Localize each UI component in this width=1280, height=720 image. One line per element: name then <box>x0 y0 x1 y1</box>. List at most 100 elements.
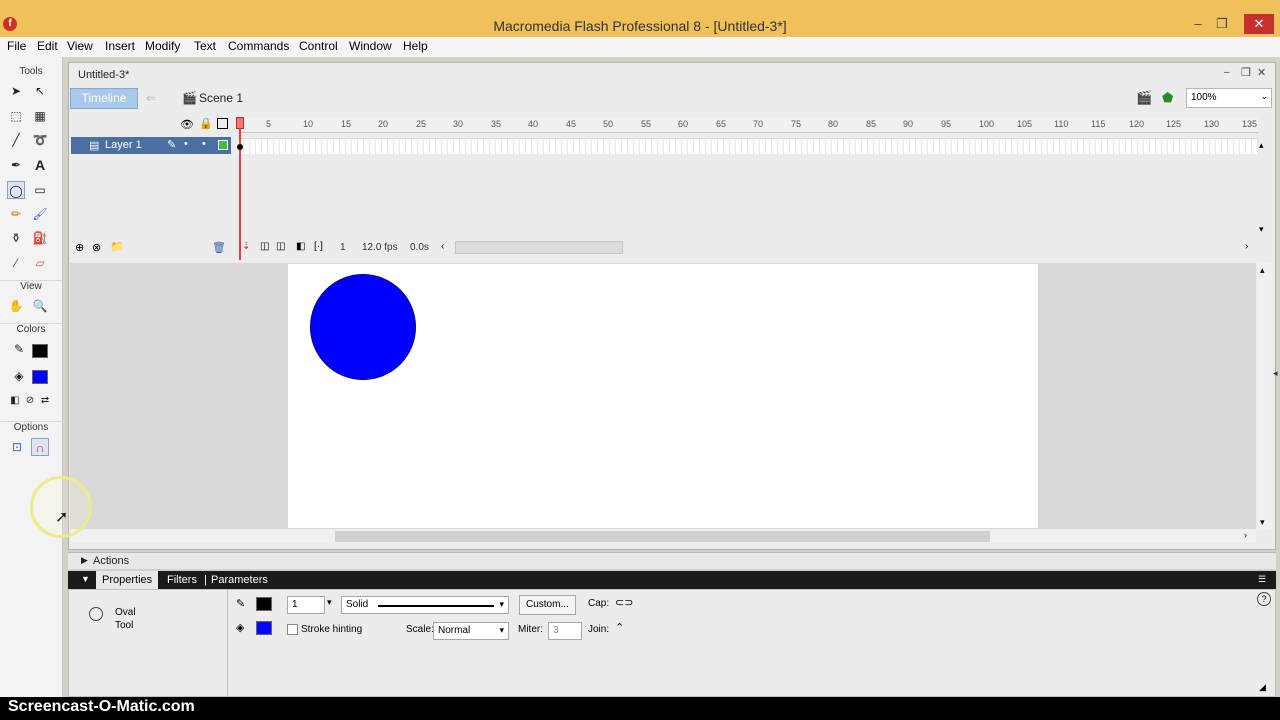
zoom-tool-icon[interactable]: 🔍 <box>31 297 49 315</box>
menu-control[interactable]: Control <box>299 39 338 53</box>
scroll-left-icon[interactable]: ‹ <box>441 241 444 252</box>
oval-tool-icon[interactable]: ◯ <box>7 181 25 199</box>
actions-panel-bar[interactable]: ▶ Actions <box>68 552 1276 569</box>
stage-scroll-right-icon[interactable]: › <box>1244 530 1247 540</box>
snap-magnet-icon[interactable]: ∩ <box>31 438 49 456</box>
swap-colors-icon[interactable]: ⇄ <box>36 392 54 410</box>
stage-scroll-thumb[interactable] <box>335 531 990 542</box>
fill-color-chip[interactable] <box>256 621 272 635</box>
stage-vertical-scrollbar[interactable]: ▴ ▾ <box>1257 263 1272 529</box>
timeline-scroll-down-icon[interactable]: ▾ <box>1259 224 1264 235</box>
scroll-down-icon[interactable]: ▾ <box>1260 517 1265 528</box>
subselection-tool-icon[interactable]: ↖ <box>31 82 49 100</box>
onion-skin-icon[interactable]: ◫ <box>260 241 269 252</box>
menu-view[interactable]: View <box>67 39 93 53</box>
menu-modify[interactable]: Modify <box>145 39 180 53</box>
menu-window[interactable]: Window <box>349 39 392 53</box>
timeline-scroll-up-icon[interactable]: ▴ <box>1259 140 1264 151</box>
stroke-color-swatch[interactable] <box>32 344 48 358</box>
paint-bucket-icon[interactable]: ⛽ <box>31 229 49 247</box>
doc-restore-icon[interactable]: ❐ <box>1241 66 1251 79</box>
pen-tool-icon[interactable]: ✒ <box>7 156 25 174</box>
add-guide-layer-icon[interactable]: ⊗ <box>92 241 101 254</box>
layer-outline-color[interactable] <box>218 140 228 150</box>
actions-label[interactable]: Actions <box>93 555 129 567</box>
hand-tool-icon[interactable]: ✋ <box>7 297 25 315</box>
visibility-dot[interactable]: • <box>184 138 188 150</box>
lasso-tool-icon[interactable]: ➰ <box>31 131 49 149</box>
cap-style-icon[interactable]: ⊂⊃ <box>615 596 633 609</box>
eye-icon[interactable]: 👁 <box>180 118 194 131</box>
join-style-icon[interactable]: ⌃ <box>615 621 624 634</box>
scene-label[interactable]: Scene 1 <box>199 91 243 105</box>
menu-file[interactable]: File <box>7 39 26 53</box>
menu-help[interactable]: Help <box>403 39 428 53</box>
selection-tool-icon[interactable]: ➤ <box>7 82 25 100</box>
scroll-up-icon[interactable]: ▴ <box>1260 265 1265 276</box>
stage-horizontal-scrollbar[interactable]: › <box>70 530 1256 543</box>
stroke-height-arrow-icon[interactable]: ▾ <box>327 597 332 608</box>
custom-stroke-button[interactable]: Custom... <box>519 595 576 615</box>
line-tool-icon[interactable]: ╱ <box>7 131 25 149</box>
outline-icon[interactable] <box>217 118 228 129</box>
menu-text[interactable]: Text <box>194 39 216 53</box>
close-icon[interactable]: ✕ <box>1244 14 1274 34</box>
tab-properties[interactable]: Properties <box>96 571 159 589</box>
expand-panel-icon[interactable]: ◢ <box>1259 682 1266 693</box>
stroke-style-select[interactable]: Solid ▾ <box>341 596 509 614</box>
tab-filters[interactable]: Filters <box>167 574 197 586</box>
object-drawing-icon[interactable]: ⊡ <box>8 438 26 456</box>
ink-bottle-icon[interactable]: ⚱ <box>7 229 25 247</box>
layer-name[interactable]: Layer 1 <box>105 139 142 151</box>
document-tab[interactable]: Untitled-3* <box>72 66 135 86</box>
menu-insert[interactable]: Insert <box>105 39 135 53</box>
layer-row[interactable]: ▤ Layer 1 ✎ • • <box>71 137 231 154</box>
lock-icon[interactable]: 🔒 <box>199 117 213 130</box>
rectangle-tool-icon[interactable]: ▭ <box>31 181 49 199</box>
modify-markers-icon[interactable]: [·] <box>314 241 323 252</box>
doc-close-icon[interactable]: ✕ <box>1257 66 1266 79</box>
blue-circle-shape[interactable] <box>310 274 416 380</box>
pencil-tool-icon[interactable]: ✏ <box>7 205 25 223</box>
zoom-select[interactable]: 100% ⌄ <box>1186 88 1272 108</box>
miter-input[interactable]: 3 <box>548 622 582 640</box>
fill-color-swatch[interactable] <box>32 370 48 384</box>
brush-tool-icon[interactable]: 🖌 <box>31 205 49 223</box>
free-transform-icon[interactable]: ⬚ <box>7 107 25 125</box>
fill-transform-icon[interactable]: ▦ <box>31 107 49 125</box>
playhead-marker[interactable] <box>236 117 244 129</box>
insert-layer-icon[interactable]: ⊕ <box>75 241 84 254</box>
restore-icon[interactable]: ❐ <box>1211 14 1233 34</box>
scale-select[interactable]: Normal ▾ <box>433 622 509 640</box>
tab-parameters[interactable]: Parameters <box>211 574 268 586</box>
stroke-hinting-checkbox[interactable] <box>287 624 298 635</box>
panel-options-icon[interactable]: ☰ <box>1258 574 1266 585</box>
help-icon[interactable]: ? <box>1257 592 1271 606</box>
onion-outline-icon[interactable]: ◫ <box>276 241 285 252</box>
doc-minimize-icon[interactable]: – <box>1224 67 1230 78</box>
timeline-toggle-button[interactable]: Timeline <box>70 88 138 109</box>
timeline-scroll-thumb[interactable] <box>455 241 623 254</box>
stroke-color-chip[interactable] <box>256 597 272 611</box>
edit-symbols-icon[interactable]: ⬟ <box>1162 90 1173 106</box>
expand-arrow-icon[interactable]: ▶ <box>81 555 88 566</box>
edit-scene-icon[interactable]: 🎬 <box>1136 90 1152 106</box>
frames-row[interactable] <box>238 138 1258 154</box>
eraser-tool-icon[interactable]: ▱ <box>31 254 49 272</box>
eyedropper-icon[interactable]: ⁄ <box>7 254 25 272</box>
collapse-arrow-icon[interactable]: ▼ <box>81 574 90 584</box>
edit-multiple-icon[interactable]: ◧ <box>296 241 305 252</box>
insert-folder-icon[interactable]: 📁 <box>110 240 124 253</box>
scroll-right-icon[interactable]: › <box>1245 241 1248 252</box>
menu-commands[interactable]: Commands <box>228 39 289 53</box>
lock-dot[interactable]: • <box>202 138 206 150</box>
back-arrow-icon[interactable]: ⇐ <box>146 91 156 105</box>
keyframe-dot[interactable] <box>237 144 243 150</box>
center-frame-icon[interactable]: ⇣ <box>242 241 250 252</box>
stroke-height-input[interactable]: 1 <box>287 596 325 614</box>
trash-icon[interactable]: 🗑 <box>212 241 226 254</box>
text-tool-icon[interactable]: A <box>31 156 49 174</box>
minimize-icon[interactable]: – <box>1187 14 1209 34</box>
menu-edit[interactable]: Edit <box>37 39 58 53</box>
panel-collapse-arrow-icon[interactable]: ◂ <box>1273 368 1278 379</box>
